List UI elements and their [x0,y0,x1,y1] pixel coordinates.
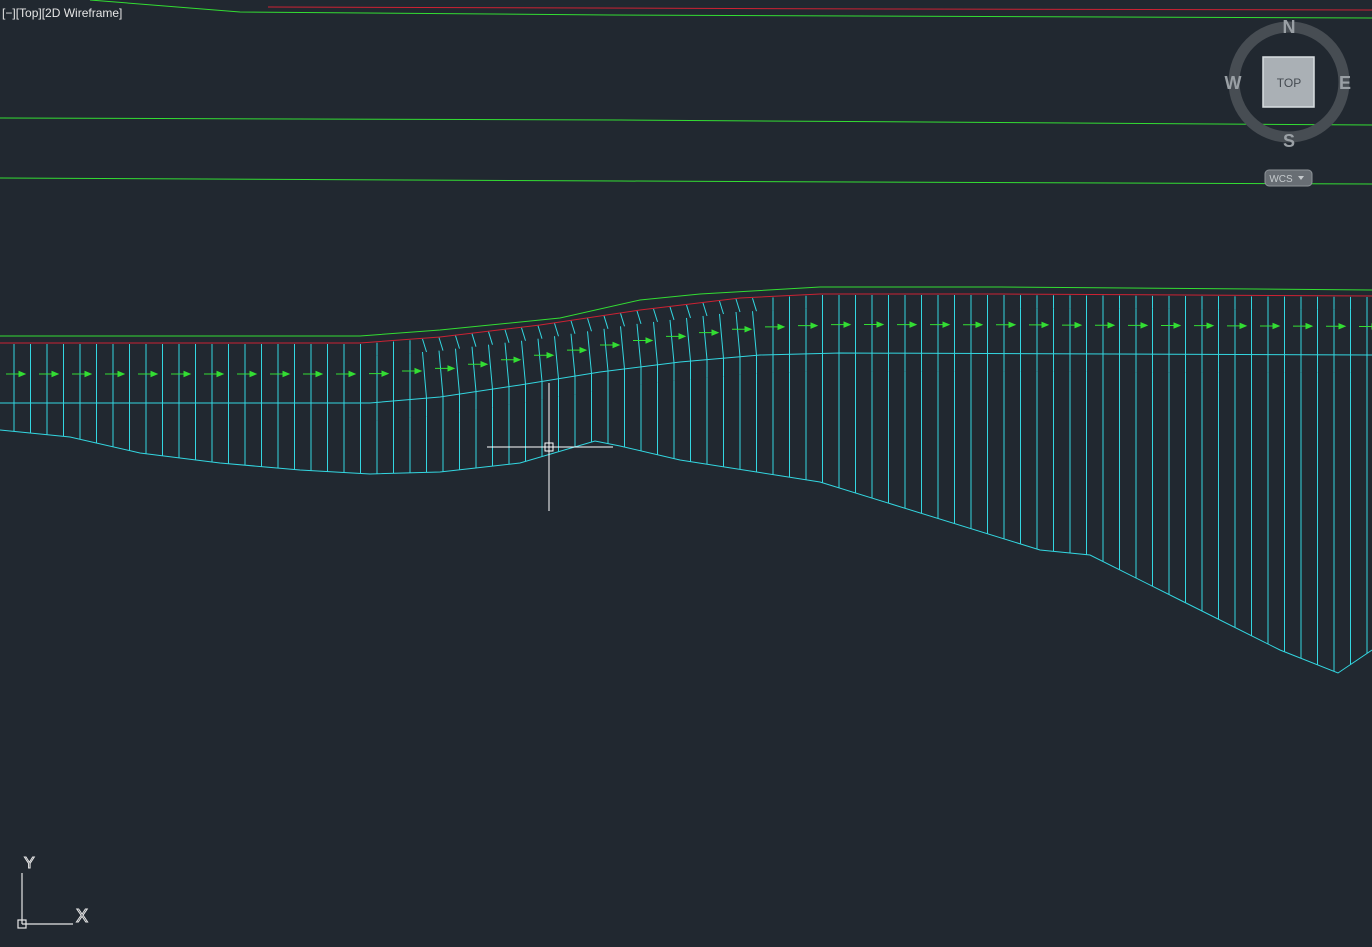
corridor-green-edge [0,286,1372,337]
top-red-line [267,6,1372,11]
drawing-viewport[interactable]: X Y TOP N S E W WCS [−][Top][2D Wirefram… [0,0,1372,947]
corridor-cyan-outer-edge [0,429,1372,674]
viewcube-face-label[interactable]: TOP [1277,76,1301,90]
compass-west[interactable]: W [1225,73,1242,93]
viewport-menu-button[interactable]: [−] [2,6,16,20]
corridor [0,286,1372,674]
compass-east[interactable]: E [1339,73,1351,93]
green-line-3 [0,177,1372,185]
ucs-icon: X Y [17,855,89,929]
ucs-y-label: Y [24,855,35,872]
top-green-line-1 [89,0,1372,19]
ucs-x-label: X [76,906,88,926]
ucs-menu-button[interactable]: WCS [1264,169,1313,187]
green-line-2 [0,117,1372,126]
viewcube[interactable]: TOP N S E W WCS [1225,17,1352,187]
top-linework [0,0,1372,185]
view-selector[interactable]: [Top] [16,6,42,20]
viewport-controls: [−][Top][2D Wireframe] [2,5,122,21]
visual-style-selector[interactable]: [2D Wireframe] [42,6,123,20]
cyan-hatching [13,295,1368,672]
ucs-menu-label[interactable]: WCS [1269,174,1293,185]
corridor-cyan-centerline [0,352,1372,404]
compass-north[interactable]: N [1283,17,1296,37]
compass-south[interactable]: S [1283,131,1295,151]
crosshair-cursor [487,383,613,511]
